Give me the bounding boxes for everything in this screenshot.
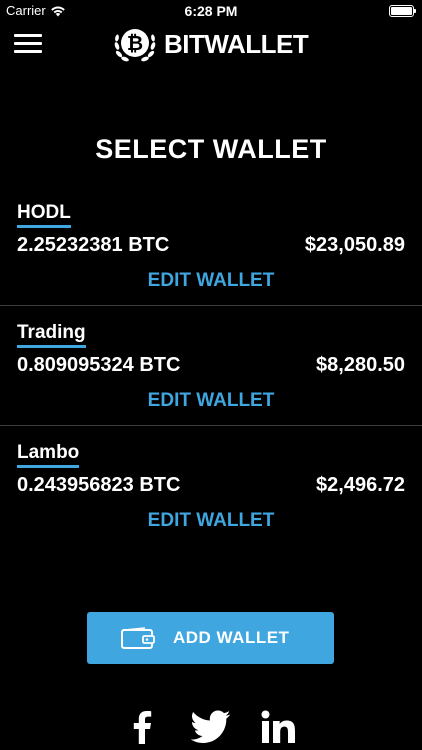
- screen: Carrier 6:28 PM ₿ BITWALLET SELECT WALLE…: [0, 0, 422, 750]
- page-title: SELECT WALLET: [95, 134, 327, 164]
- status-time: 6:28 PM: [184, 3, 238, 19]
- brand-title: BITWALLET: [164, 28, 309, 59]
- status-bar: Carrier 6:28 PM: [0, 0, 422, 22]
- wallet-name[interactable]: Lambo: [17, 442, 80, 468]
- wallet-name[interactable]: Trading: [17, 322, 86, 348]
- battery-icon: [389, 5, 416, 17]
- wallet-btc-balance: 0.243956823 BTC: [17, 474, 181, 496]
- wallet-btc-balance: 0.809095324 BTC: [17, 354, 181, 376]
- wallet-row: Lambo 0.243956823 BTC $2,496.72 EDIT WAL…: [0, 426, 422, 546]
- nav-bar: ₿ BITWALLET: [0, 22, 422, 66]
- svg-text:₿: ₿: [127, 33, 143, 55]
- battery-level: [391, 7, 412, 15]
- add-wallet-label: ADD WALLET: [173, 628, 290, 647]
- twitter-icon[interactable]: [191, 710, 231, 744]
- social-links: [0, 708, 422, 748]
- wallet-name[interactable]: HODL: [17, 202, 71, 228]
- add-wallet-button[interactable]: ADD WALLET: [87, 612, 334, 664]
- wallet-list: HODL 2.25232381 BTC $23,050.89 EDIT WALL…: [0, 186, 422, 546]
- edit-wallet-button[interactable]: EDIT WALLET: [0, 390, 422, 412]
- brand: ₿ BITWALLET: [112, 22, 309, 66]
- wallet-usd-balance: $8,280.50: [316, 354, 405, 376]
- wallet-usd-balance: $2,496.72: [316, 474, 405, 496]
- bitcoin-logo-icon: ₿: [114, 29, 156, 62]
- wallet-usd-balance: $23,050.89: [304, 234, 405, 256]
- hamburger-menu-icon[interactable]: [14, 33, 42, 55]
- edit-wallet-button[interactable]: EDIT WALLET: [0, 510, 422, 532]
- linkedin-icon[interactable]: [261, 710, 297, 744]
- facebook-icon[interactable]: [131, 710, 153, 744]
- edit-wallet-button[interactable]: EDIT WALLET: [0, 270, 422, 292]
- wallet-icon: [121, 627, 155, 649]
- wallet-row: Trading 0.809095324 BTC $8,280.50 EDIT W…: [0, 306, 422, 426]
- wallet-btc-balance: 2.25232381 BTC: [17, 234, 170, 256]
- wallet-row: HODL 2.25232381 BTC $23,050.89 EDIT WALL…: [0, 186, 422, 306]
